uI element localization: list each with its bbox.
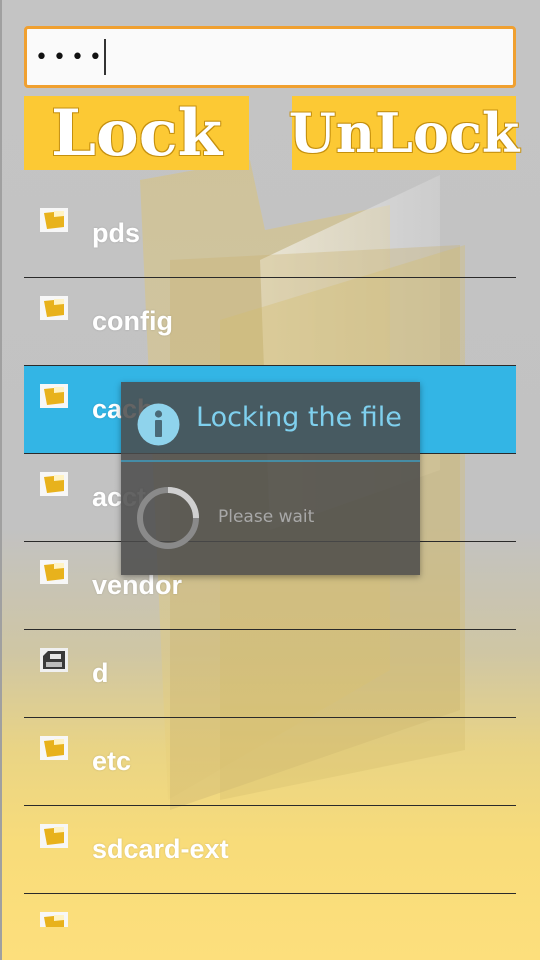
folder-icon xyxy=(40,472,68,496)
folder-icon xyxy=(40,384,68,408)
file-name: pds xyxy=(92,218,141,248)
folder-icon xyxy=(40,824,68,848)
drive-icon xyxy=(40,648,68,672)
unlock-button-label: UnLock xyxy=(288,101,520,165)
screen-edge xyxy=(0,0,2,960)
password-field-container[interactable] xyxy=(24,26,516,88)
file-name: d xyxy=(92,658,109,688)
list-item[interactable]: pds xyxy=(24,190,516,278)
list-item[interactable] xyxy=(24,894,516,927)
folder-icon xyxy=(40,296,68,320)
lock-button[interactable]: Lock xyxy=(24,95,249,171)
list-item[interactable]: sdcard-ext xyxy=(24,806,516,894)
password-input[interactable] xyxy=(27,29,513,85)
list-item[interactable]: etc xyxy=(24,718,516,806)
lock-button-label: Lock xyxy=(51,95,222,171)
file-name: etc xyxy=(92,746,132,776)
progress-dialog: Locking the file Please wait xyxy=(121,382,420,575)
folder-icon xyxy=(40,736,68,760)
list-item[interactable]: d xyxy=(24,630,516,718)
text-caret xyxy=(104,39,106,75)
unlock-button[interactable]: UnLock xyxy=(289,96,519,170)
folder-icon xyxy=(40,560,68,584)
dialog-title: Locking the file xyxy=(196,402,402,433)
folder-icon xyxy=(40,912,68,927)
dialog-divider xyxy=(121,460,420,462)
dialog-message: Please wait xyxy=(218,507,315,527)
folder-icon xyxy=(40,208,68,232)
dialog-header: Locking the file xyxy=(121,382,420,460)
file-name: sdcard-ext xyxy=(92,834,229,864)
loading-spinner-icon xyxy=(137,487,199,549)
file-name: config xyxy=(92,306,173,336)
info-icon xyxy=(137,403,180,446)
list-item[interactable]: config xyxy=(24,278,516,366)
